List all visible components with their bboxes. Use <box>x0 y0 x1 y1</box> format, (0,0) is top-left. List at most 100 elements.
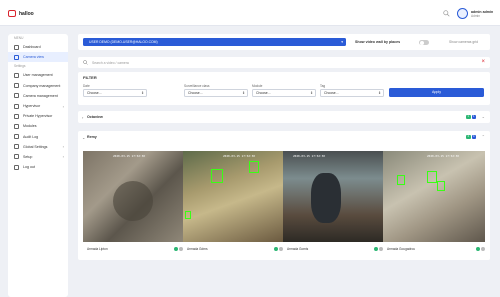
detection-box <box>397 175 405 185</box>
camera-feed-4[interactable]: 2020-03-15 17:52:30 <box>383 151 485 242</box>
chevron-right-icon: › <box>62 144 64 150</box>
camera-feed-2[interactable]: 2020-03-15 17:52:30 <box>183 151 283 242</box>
camera-name: Armada Gdms <box>187 247 208 251</box>
sidebar-item-label: Global Settings <box>23 144 48 149</box>
sidebar-item-modules[interactable]: Modules <box>8 121 68 131</box>
camera-name: Armada Gomis <box>287 247 309 251</box>
filter-select-tag[interactable]: Choose... ⇕ <box>320 89 384 97</box>
video-wall-toggle[interactable] <box>419 40 429 45</box>
settings-icon <box>14 144 19 150</box>
camera-scene <box>113 181 153 221</box>
sidebar-item-label: Hypervisor <box>23 104 41 109</box>
camera-timestamp: 2020-03-15 17:52:30 <box>113 154 145 158</box>
online-count-badge: 4 <box>466 134 471 139</box>
chevron-down-icon: ⇕ <box>310 91 313 95</box>
online-count-badge: 1 <box>466 114 471 119</box>
status-dot <box>274 247 278 251</box>
camera-icon <box>14 54 19 60</box>
filter-label-surveillance: Surveillance class <box>184 84 210 88</box>
sidebar-item-camera-view[interactable]: Camera view <box>8 52 68 63</box>
brand-name: halloo <box>19 10 34 17</box>
status-dot <box>476 247 480 251</box>
sidebar-item-hypervisor[interactable]: Hypervisor › <box>8 101 68 111</box>
sidebar-item-private-hypervisor[interactable]: Private Hypervisor <box>8 111 68 121</box>
brand-logo[interactable]: halloo <box>8 10 34 17</box>
camera-caption-1: Armada Lipton <box>87 244 183 254</box>
sidebar-item-label: Private Hypervisor <box>23 114 53 119</box>
chevron-down-icon: ⇕ <box>141 91 144 95</box>
total-count-badge: 1 <box>471 114 476 119</box>
status-dot <box>279 247 283 251</box>
status-dot <box>379 247 383 251</box>
dashboard-icon <box>14 44 19 50</box>
chevron-down-icon[interactable]: ⌄ <box>82 135 85 140</box>
search-icon[interactable] <box>443 10 450 17</box>
filter-label-module: Module <box>252 84 263 88</box>
filter-select-value: Choose... <box>188 91 203 95</box>
sidebar: MENU Dashboard Camera view Settings User… <box>8 34 68 297</box>
sidebar-item-label: Camera management <box>23 93 58 98</box>
filter-panel: FILTER Date Choose... ⇕ Surveillance cla… <box>78 72 490 105</box>
detection-box <box>437 181 445 191</box>
sidebar-item-user-management[interactable]: User management <box>8 70 68 80</box>
status-dot <box>481 247 485 251</box>
camera-timestamp: 2020-03-15 17:52:30 <box>293 154 325 158</box>
camera-feed-3[interactable]: 2020-03-15 17:52:30 <box>283 151 383 242</box>
status-dot <box>174 247 178 251</box>
filter-select-date[interactable]: Choose... ⇕ <box>83 89 147 97</box>
sidebar-item-label: Dashboard <box>23 45 41 50</box>
setup-icon <box>14 154 19 160</box>
group-title: Remy <box>87 135 97 139</box>
filter-select-surveillance[interactable]: Choose... ⇕ <box>184 89 248 97</box>
user-name: admin admin <box>471 9 494 14</box>
company-select-value: USER DEMO (DEMO-USER@HALOO.COM) <box>89 40 158 44</box>
sidebar-item-audit-log[interactable]: Audit Log <box>8 132 68 142</box>
hypervisor-icon <box>14 103 19 109</box>
group-octaview[interactable]: › Octaview 1 1 ⌄ <box>78 111 490 123</box>
sidebar-item-company-management[interactable]: Company management <box>8 81 68 91</box>
camera-feed-1[interactable]: 2020-03-15 17:52:30 <box>83 151 183 242</box>
user-icon <box>14 72 19 78</box>
user-menu[interactable]: admin admin Admin <box>457 8 493 19</box>
company-select[interactable]: USER DEMO (DEMO-USER@HALOO.COM) ▾ <box>83 38 346 46</box>
camera-timestamp: 2020-03-15 17:52:30 <box>427 154 459 158</box>
filter-select-module[interactable]: Choose... ⇕ <box>252 89 316 97</box>
camera-caption-2: Armada Gdms <box>187 244 283 254</box>
sidebar-item-label: Camera view <box>23 55 44 60</box>
chevron-down-icon: ⇕ <box>378 91 381 95</box>
sidebar-item-log-out[interactable]: Log out <box>8 162 68 172</box>
sidebar-item-dashboard[interactable]: Dashboard <box>8 42 68 52</box>
company-icon <box>14 83 19 89</box>
cameras-grid-label[interactable]: Show cameras grid <box>449 40 478 44</box>
chevron-right-icon: › <box>62 154 64 160</box>
chevron-right-icon: › <box>82 114 84 120</box>
camera-count-badges: 4 4 <box>466 134 476 139</box>
camera-caption-3: Armada Gomis <box>287 244 383 254</box>
sidebar-item-label: Log out <box>23 165 35 170</box>
chevron-down-icon: ▾ <box>341 40 343 44</box>
search-input[interactable]: Search a video / camera <box>92 61 129 65</box>
sidebar-item-global-settings[interactable]: Global Settings › <box>8 142 68 152</box>
filter-select-value: Choose... <box>256 91 271 95</box>
sidebar-item-setup[interactable]: Setup › <box>8 152 68 162</box>
camera-count-badges: 1 1 <box>466 114 476 119</box>
camera-status <box>476 247 485 251</box>
private-hypervisor-icon <box>14 113 19 119</box>
clear-search-icon[interactable]: × <box>481 59 485 65</box>
video-wall-toggle-label: Show video wall by places <box>355 40 401 44</box>
camera-scene <box>311 173 341 223</box>
sidebar-item-camera-management[interactable]: Camera management <box>8 91 68 101</box>
chevron-right-icon: › <box>62 103 64 109</box>
company-bar: USER DEMO (DEMO-USER@HALOO.COM) ▾ Show v… <box>78 34 490 50</box>
group-remy: ⌄ Remy 4 4 ⌃ 2020-03-15 17:52:30 2020-03… <box>78 131 490 260</box>
filter-label-tag: Tag <box>320 84 326 88</box>
apply-button[interactable]: Apply <box>389 88 484 97</box>
chevron-up-icon[interactable]: ⌃ <box>482 134 485 139</box>
filter-select-value: Choose... <box>87 91 102 95</box>
status-dot <box>179 247 183 251</box>
sidebar-item-label: Setup <box>23 154 33 159</box>
chevron-down-icon[interactable]: ⌄ <box>482 114 485 119</box>
avatar <box>457 8 468 19</box>
user-role: Admin <box>471 13 481 18</box>
filter-select-value: Choose... <box>324 91 339 95</box>
